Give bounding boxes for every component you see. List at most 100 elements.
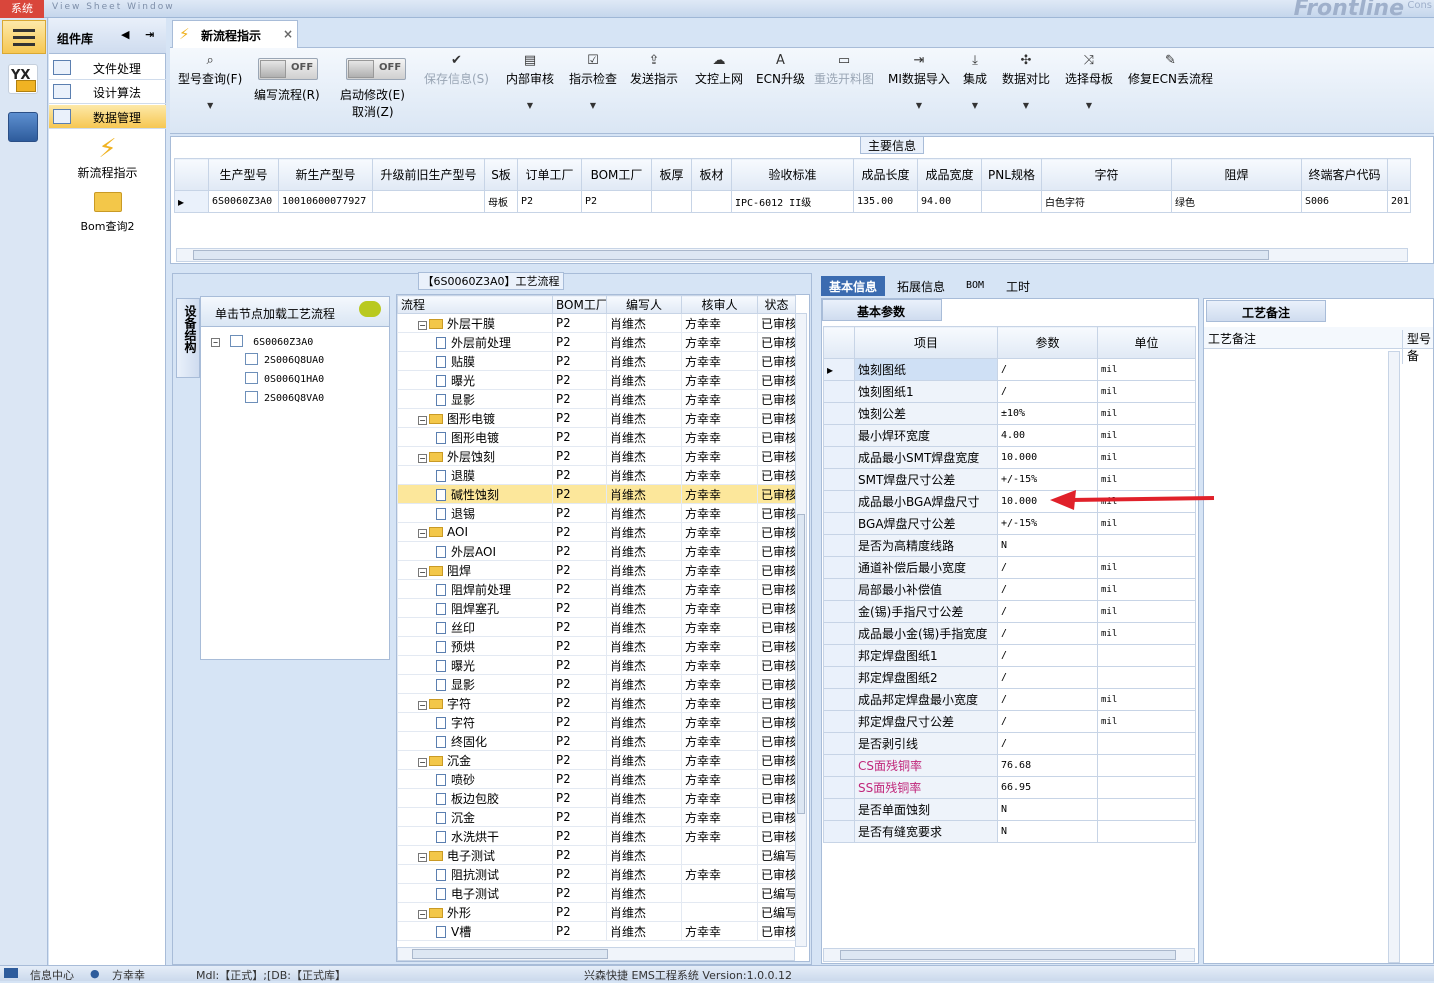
table-cell[interactable]: 201 <box>1387 190 1411 213</box>
param-row[interactable]: 邦定焊盘尺寸公差 / mil <box>823 710 1196 733</box>
param-value[interactable]: / <box>997 644 1098 667</box>
tree-row[interactable]: 曝光 P2 肖维杰 方幸幸 已审核 <box>397 655 796 675</box>
table-cell[interactable]: 6S0060Z3A0 <box>208 190 279 213</box>
collapse-icon[interactable]: − <box>418 757 427 767</box>
column-header[interactable]: 新生产型号 <box>278 158 373 191</box>
close-icon[interactable]: × <box>283 27 293 41</box>
tree-row[interactable]: − AOI P2 肖维杰 方幸幸 已审核 <box>397 522 796 542</box>
param-row[interactable]: 最小焊环宽度 4.00 mil <box>823 424 1196 447</box>
param-row[interactable]: 蚀刻图纸1/mil <box>823 380 1196 403</box>
param-row[interactable]: 是否剥引线 / <box>823 732 1196 755</box>
column-header[interactable]: 板厚 <box>651 158 692 191</box>
tree-row[interactable]: 显影 P2 肖维杰 方幸幸 已审核 <box>397 389 796 409</box>
tree-row[interactable]: 外层前处理 P2 肖维杰 方幸幸 已审核 <box>397 332 796 352</box>
param-value[interactable]: / <box>997 688 1098 711</box>
param-row[interactable]: 成品最小金(锡)手指宽度 / mil <box>823 622 1196 645</box>
param-row[interactable]: 成品邦定焊盘最小宽度 / mil <box>823 688 1196 711</box>
param-row[interactable]: ▸ 蚀刻图纸 / mil <box>823 358 1196 381</box>
table-cell[interactable] <box>651 190 692 213</box>
tree-row[interactable]: − 图形电镀 P2 肖维杰 方幸幸 已审核 <box>397 408 796 428</box>
collapse-icon[interactable]: − <box>418 909 427 919</box>
param-row[interactable]: BGA焊盘尺寸公差 +/-15% mil <box>823 512 1196 535</box>
model-query-button[interactable]: ⌕ 型号查询(F) ▼ <box>178 54 242 111</box>
column-header[interactable]: 项目 <box>854 326 998 359</box>
tree-row[interactable]: 图形电镀 P2 肖维杰 方幸幸 已审核 <box>397 427 796 447</box>
tree-row[interactable]: 水洗烘干 P2 肖维杰 方幸幸 已审核 <box>397 826 796 846</box>
menu-icon[interactable] <box>2 20 46 54</box>
column-header[interactable]: 单位 <box>1097 326 1196 359</box>
table-cell[interactable] <box>981 190 1042 213</box>
param-value[interactable]: / <box>997 710 1098 733</box>
device-root[interactable]: − 6S0060Z3A0 <box>209 335 313 348</box>
tab-bom[interactable]: BOM <box>958 276 992 296</box>
scroll-thumb[interactable] <box>412 949 608 959</box>
param-row[interactable]: 局部最小补偿值 / mil <box>823 578 1196 601</box>
data-compare-button[interactable]: ✣ 数据对比 ▼ <box>1002 54 1050 111</box>
reselect-cut-button[interactable]: ▭ 重选开料图 <box>814 54 874 87</box>
tree-row[interactable]: 显影 P2 肖维杰 方幸幸 已审核 <box>397 674 796 694</box>
param-value[interactable]: / <box>997 358 1098 381</box>
flow-vscroll[interactable] <box>795 313 807 947</box>
scroll-thumb[interactable] <box>193 250 1269 260</box>
doc-online-button[interactable]: ☁ 文控上网 <box>695 54 743 87</box>
tree-row[interactable]: 退膜 P2 肖维杰 方幸幸 已审核 <box>397 465 796 485</box>
tree-row[interactable]: − 外层蚀刻 P2 肖维杰 方幸幸 已审核 <box>397 446 796 466</box>
param-value[interactable]: / <box>997 666 1098 689</box>
param-row[interactable]: SS面残铜率 66.95 <box>823 776 1196 799</box>
collapse-icon[interactable]: − <box>211 338 220 347</box>
device-child[interactable]: 0S006Q1HA0 <box>245 372 324 385</box>
tree-row[interactable]: 贴膜 P2 肖维杰 方幸幸 已审核 <box>397 351 796 371</box>
tree-row[interactable]: − 字符 P2 肖维杰 方幸幸 已审核 <box>397 693 796 713</box>
cancel-label[interactable]: 取消(Z) <box>352 103 394 120</box>
scroll-thumb[interactable] <box>840 950 1176 960</box>
param-value[interactable]: N <box>997 534 1098 557</box>
tree-row[interactable]: 阻焊塞孔 P2 肖维杰 方幸幸 已审核 <box>397 598 796 618</box>
param-value[interactable]: 10.000 <box>997 446 1098 469</box>
tab-basic-info[interactable]: 基本信息 <box>821 276 886 296</box>
column-header[interactable]: 订单工厂 <box>517 158 582 191</box>
device-child[interactable]: 2S006Q8UA0 <box>245 353 324 366</box>
column-header[interactable]: 成品宽度 <box>917 158 982 191</box>
tree-row[interactable]: 阻焊前处理 P2 肖维杰 方幸幸 已审核 <box>397 579 796 599</box>
device-structure-tab[interactable]: 设备结构 <box>176 298 200 378</box>
column-header[interactable]: 参数 <box>997 326 1098 359</box>
tree-row[interactable]: 丝印 P2 肖维杰 方幸幸 已审核 <box>397 617 796 637</box>
column-header[interactable]: BOM工厂 <box>581 158 652 191</box>
param-value[interactable]: / <box>997 600 1098 623</box>
table-cell[interactable]: 94.00 <box>917 190 982 213</box>
column-header[interactable]: 升级前旧生产型号 <box>372 158 485 191</box>
column-header[interactable]: 字符 <box>1041 158 1172 191</box>
collapse-icon[interactable]: − <box>418 415 427 425</box>
param-value[interactable]: N <box>997 798 1098 821</box>
param-value[interactable]: / <box>997 732 1098 755</box>
tree-row[interactable]: − 阻焊 P2 肖维杰 方幸幸 已审核 <box>397 560 796 580</box>
calculator-icon[interactable] <box>8 112 38 142</box>
param-row[interactable]: CS面残铜率 76.68 <box>823 754 1196 777</box>
start-modify-toggle[interactable]: OFF <box>346 58 406 80</box>
column-header[interactable]: 状态 <box>757 295 796 314</box>
column-header[interactable]: 核审人 <box>681 295 758 314</box>
param-row[interactable]: 是否有缝宽要求 N <box>823 820 1196 843</box>
param-value[interactable]: / <box>997 622 1098 645</box>
tree-row[interactable]: V槽 P2 肖维杰 方幸幸 已审核 <box>397 921 796 941</box>
tree-row[interactable]: − 外形 P2 肖维杰 已编写 <box>397 902 796 922</box>
notes-vscroll[interactable] <box>1388 351 1400 963</box>
param-row[interactable]: 邦定焊盘图纸2/ <box>823 666 1196 689</box>
param-value[interactable]: +/-15% <box>997 512 1098 535</box>
table-cell[interactable]: P2 <box>581 190 652 213</box>
table-cell[interactable] <box>691 190 732 213</box>
instruction-check-button[interactable]: ☑ 指示检查 ▼ <box>569 54 617 111</box>
table-cell[interactable]: 白色字符 <box>1041 190 1172 213</box>
tree-row[interactable]: − 电子测试 P2 肖维杰 已编写 <box>397 845 796 865</box>
bom-query-shortcut[interactable]: Bom查询2 <box>49 192 166 234</box>
param-value[interactable]: 76.68 <box>997 754 1098 777</box>
table-cell[interactable]: S006 <box>1301 190 1388 213</box>
tree-row[interactable]: − 外层干膜 P2 肖维杰 方幸幸 已审核 <box>397 313 796 333</box>
table-cell[interactable]: IPC-6012 II级 <box>731 190 854 213</box>
pin-icon[interactable]: ⇥ <box>145 28 154 41</box>
column-header[interactable]: PNL规格 <box>981 158 1042 191</box>
ecn-upgrade-button[interactable]: A ECN升级 <box>756 54 805 87</box>
flow-hscroll[interactable] <box>397 947 795 961</box>
library-item-file[interactable]: 文件处理 <box>49 56 166 80</box>
column-header[interactable]: BOM工厂 <box>552 295 607 314</box>
